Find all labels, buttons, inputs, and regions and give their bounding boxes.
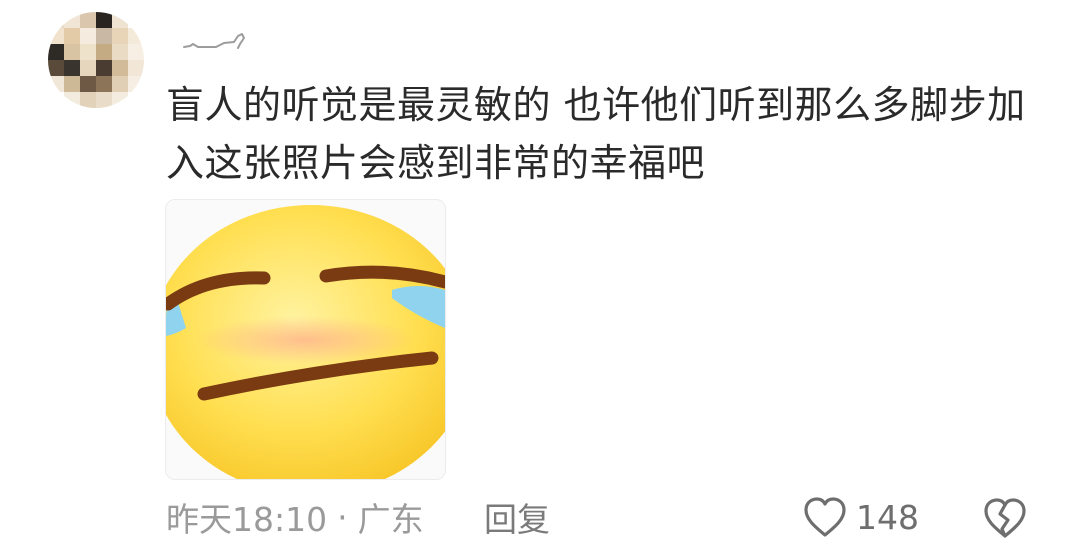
comment-text: 盲人的听觉是最灵敏的 也许他们听到那么多脚步加入这张照片会感到非常的幸福吧 — [166, 83, 1026, 185]
sticker-image[interactable] — [165, 199, 446, 480]
comment-meta: 昨天18:10 · 广东 — [166, 494, 424, 540]
like-button[interactable]: 148 — [802, 494, 919, 540]
comment-time: 昨天18:10 — [166, 500, 328, 539]
meta-separator: · — [337, 497, 348, 537]
crying-laughing-emoji-icon — [166, 205, 445, 479]
username-censored[interactable] — [180, 32, 250, 52]
comment-location: 广东 — [357, 500, 424, 539]
reply-button[interactable]: 回复 — [484, 494, 550, 540]
heart-outline-icon — [804, 497, 846, 537]
like-count: 148 — [856, 497, 919, 537]
user-avatar[interactable] — [48, 12, 144, 108]
broken-heart-icon[interactable] — [982, 496, 1028, 540]
